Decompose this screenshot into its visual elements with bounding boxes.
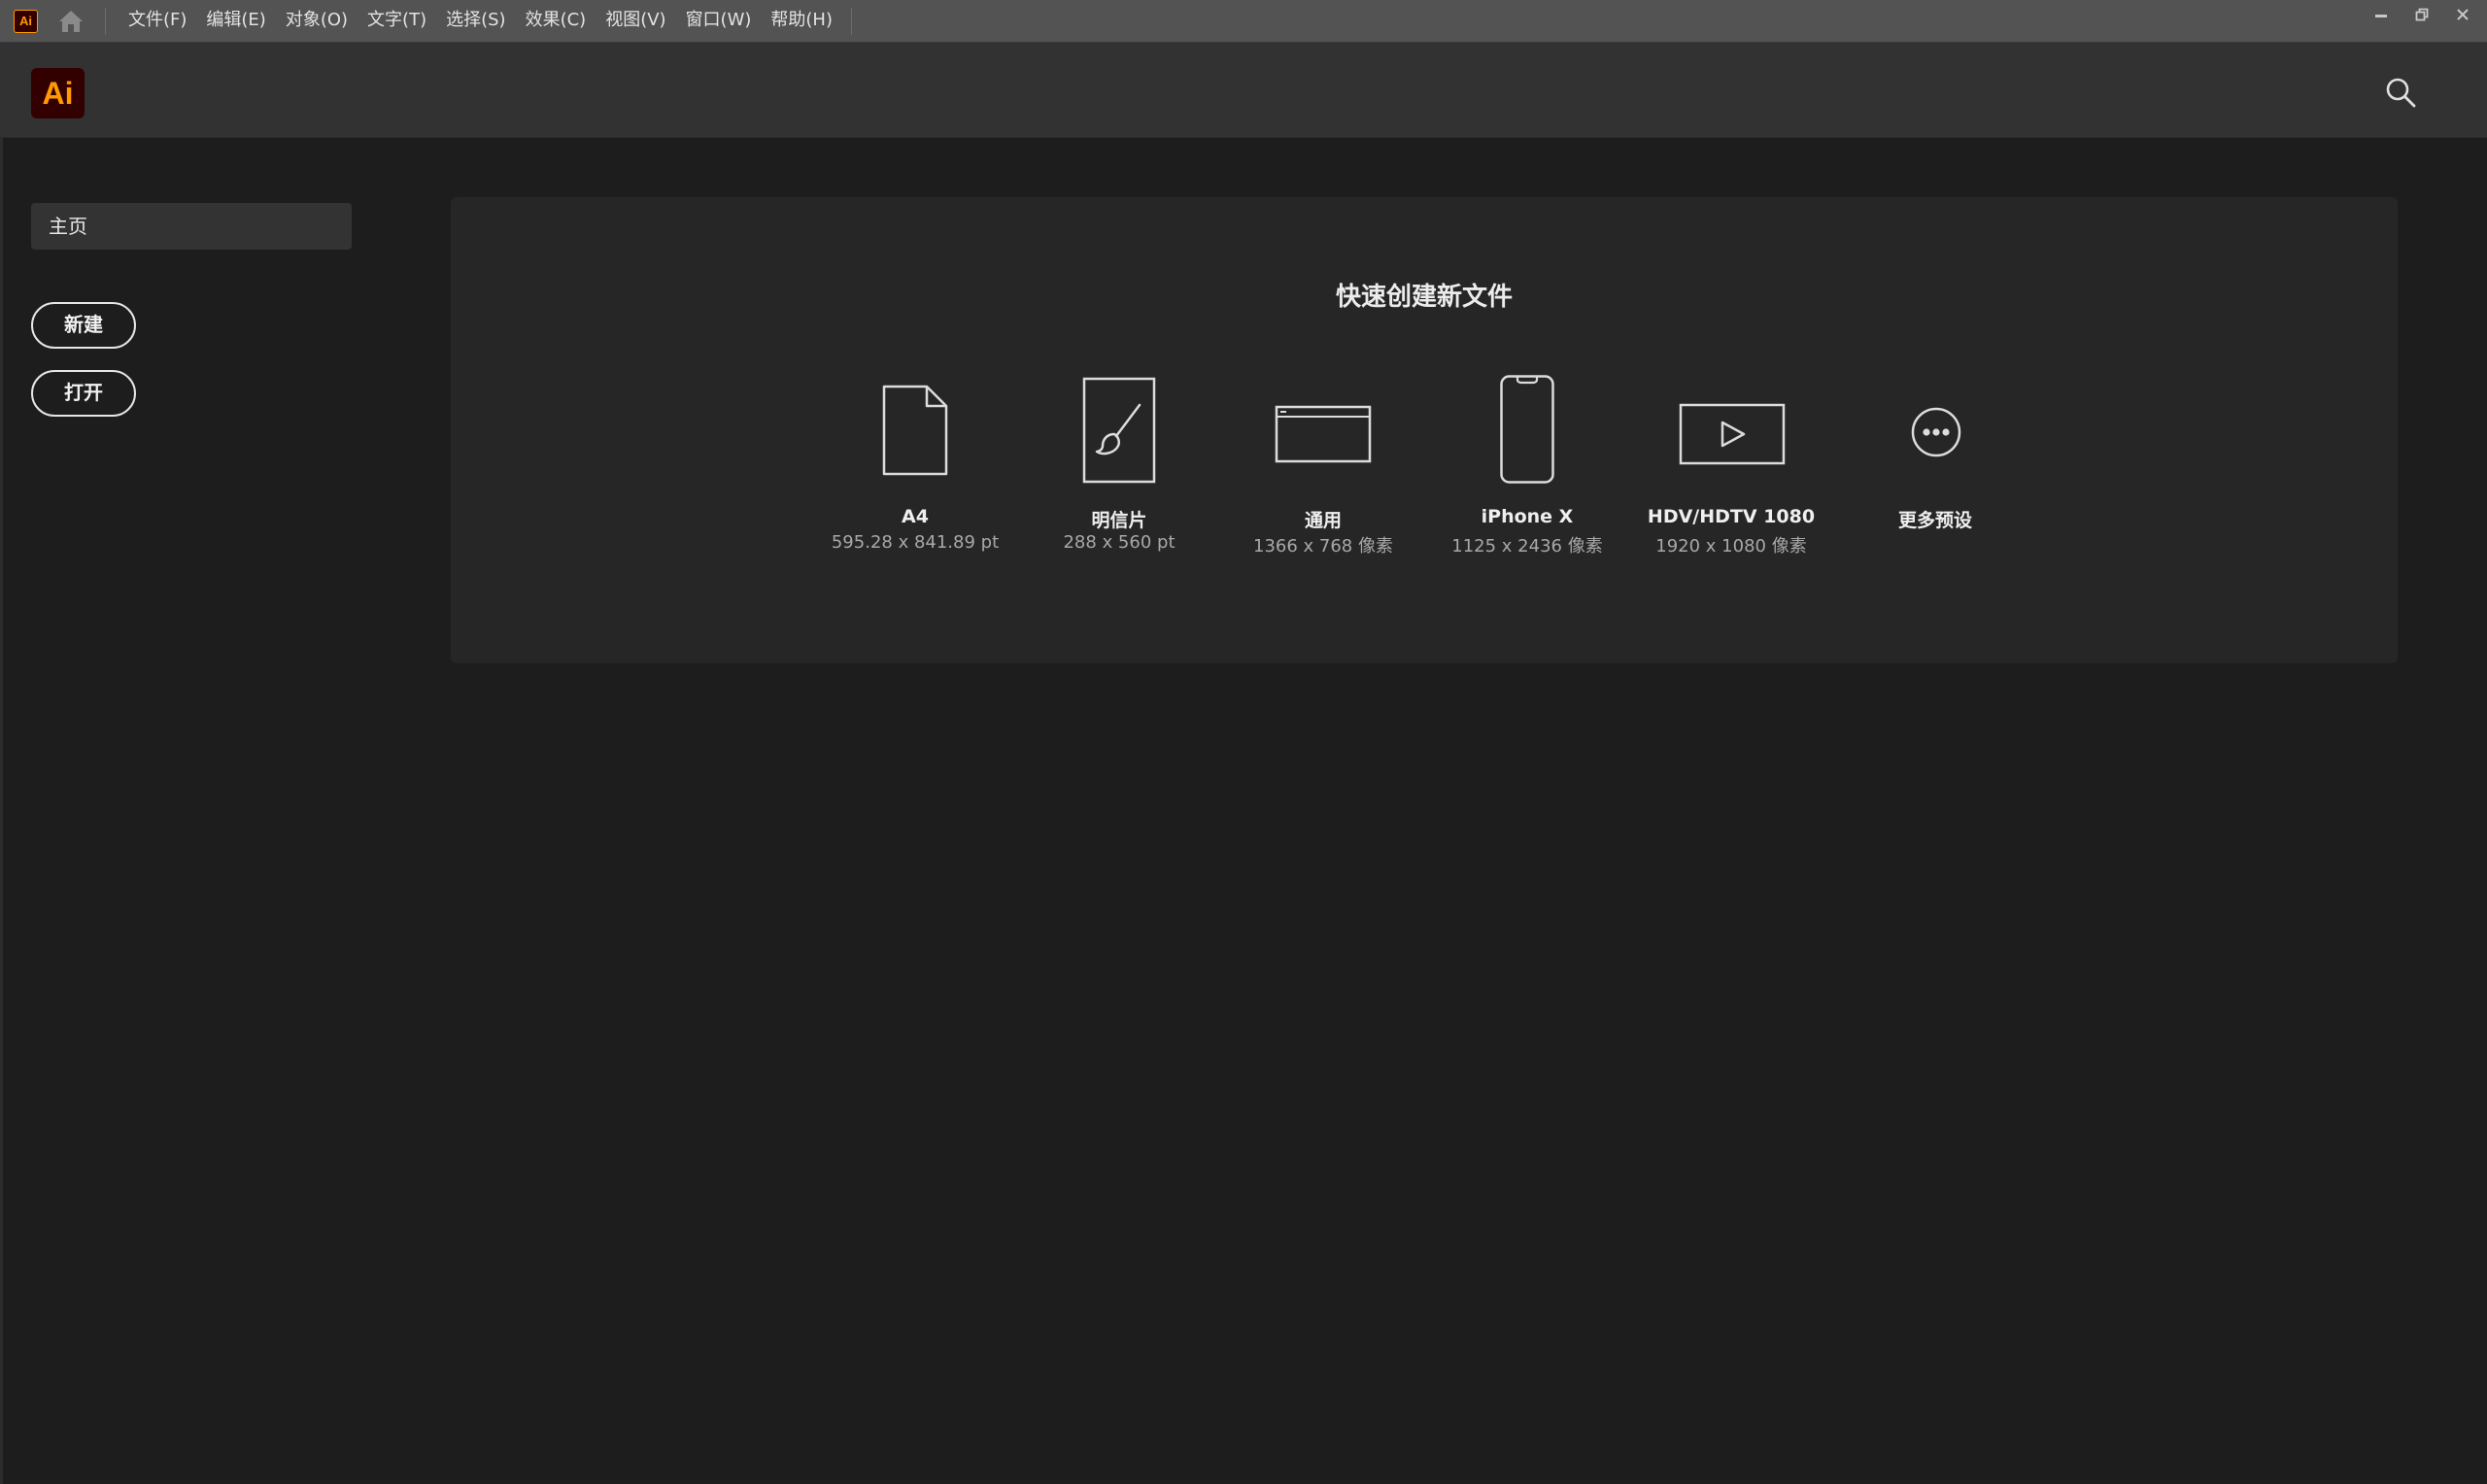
menu-select[interactable]: 选择(S) (436, 0, 515, 43)
menu-file[interactable]: 文件(F) (119, 0, 196, 43)
phone-icon (1500, 375, 1554, 484)
close-button[interactable] (2442, 0, 2483, 29)
menu-items: 文件(F) 编辑(E) 对象(O) 文字(T) 选择(S) 效果(C) 视图(V… (119, 0, 842, 43)
preset-postcard[interactable]: 明信片 288 x 560 pt (1017, 362, 1221, 556)
preset-name: 通用 (1304, 510, 1342, 531)
menu-effect[interactable]: 效果(C) (516, 0, 596, 43)
preset-size: 1125 x 2436 像素 (1451, 536, 1603, 556)
preset-size: 595.28 x 841.89 pt (831, 532, 1000, 553)
document-icon (882, 385, 948, 476)
preset-name: 明信片 (1091, 510, 1147, 531)
menu-edit[interactable]: 编辑(E) (196, 0, 275, 43)
preset-more[interactable]: 更多预设 (1833, 362, 2037, 556)
home-header: Ai (0, 43, 2487, 138)
preset-name: HDV/HDTV 1080 (1647, 506, 1816, 527)
preset-name: 更多预设 (1897, 510, 1972, 531)
sidebar-item-home[interactable]: 主页 (31, 203, 352, 250)
close-icon (2457, 9, 2469, 20)
video-play-icon (1679, 403, 1786, 465)
preset-size: 288 x 560 pt (1063, 532, 1175, 553)
menu-help[interactable]: 帮助(H) (761, 0, 842, 43)
home-icon[interactable] (56, 9, 85, 34)
postcard-brush-icon (1082, 377, 1156, 484)
quick-create-panel: 快速创建新文件 A4 595.28 x 841.89 pt 明信片 288 x … (451, 197, 2398, 663)
menu-type[interactable]: 文字(T) (358, 0, 436, 43)
preset-hdv-hdtv-1080[interactable]: HDV/HDTV 1080 1920 x 1080 像素 (1629, 362, 1833, 556)
window-edge (0, 138, 3, 1484)
minimize-icon (2375, 15, 2387, 17)
preset-size: 1366 x 768 像素 (1253, 536, 1393, 556)
app-icon[interactable]: Ai (14, 10, 38, 33)
quick-create-title: 快速创建新文件 (1335, 283, 1513, 312)
preset-common[interactable]: 通用 1366 x 768 像素 (1221, 362, 1425, 556)
menu-window[interactable]: 窗口(W) (676, 0, 762, 43)
preset-name: A4 (902, 506, 929, 527)
menu-bar: Ai 文件(F) 编辑(E) 对象(O) 文字(T) 选择(S) 效果(C) 视… (0, 0, 2487, 43)
preset-size: 1920 x 1080 像素 (1655, 536, 1807, 556)
search-icon (2386, 78, 2416, 108)
minimize-button[interactable] (2361, 0, 2402, 29)
open-file-button[interactable]: 打开 (31, 370, 136, 417)
search-button[interactable] (2384, 76, 2417, 113)
illustrator-logo: Ai (31, 68, 85, 118)
more-ellipsis-icon (1911, 407, 1961, 457)
restore-button[interactable] (2402, 0, 2442, 29)
preset-a4[interactable]: A4 595.28 x 841.89 pt (813, 362, 1017, 556)
preset-name: iPhone X (1481, 506, 1574, 527)
menu-view[interactable]: 视图(V) (596, 0, 675, 43)
menu-object[interactable]: 对象(O) (276, 0, 358, 43)
menu-separator (105, 8, 106, 35)
browser-window-icon (1275, 405, 1372, 463)
restore-icon (2415, 8, 2429, 21)
preset-iphone-x[interactable]: iPhone X 1125 x 2436 像素 (1425, 362, 1629, 556)
menu-separator (851, 8, 852, 35)
new-file-button[interactable]: 新建 (31, 302, 136, 349)
